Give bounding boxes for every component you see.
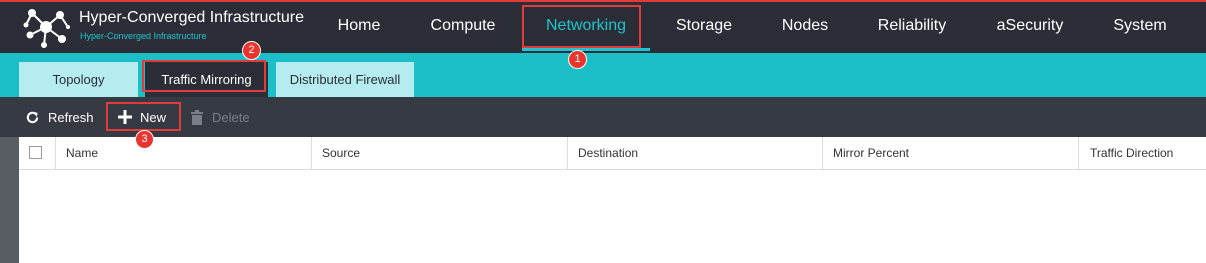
nav-system[interactable]: System (1098, 0, 1182, 51)
step-badge-2: 2 (243, 42, 260, 59)
nav-home[interactable]: Home (315, 0, 403, 51)
column-header-destination[interactable]: Destination (578, 137, 638, 170)
select-all-checkbox[interactable] (29, 146, 42, 159)
app-title: Hyper-Converged Infrastructure (79, 9, 304, 26)
column-divider (311, 137, 312, 170)
column-divider (822, 137, 823, 170)
tab-distributed-firewall[interactable]: Distributed Firewall (276, 62, 414, 97)
hci-logo-icon (23, 9, 70, 48)
column-divider (567, 137, 568, 170)
highlight-box-traffic-mirroring (142, 60, 266, 92)
column-header-name[interactable]: Name (66, 137, 98, 170)
app-subtitle: Hyper-Converged Infrastructure (80, 31, 207, 41)
trash-icon (191, 109, 203, 125)
nav-nodes[interactable]: Nodes (765, 0, 845, 51)
column-header-mirror-percent[interactable]: Mirror Percent (833, 137, 909, 170)
refresh-label: Refresh (48, 109, 94, 125)
step-badge-1: 1 (569, 51, 586, 68)
tab-topology[interactable]: Topology (19, 62, 138, 97)
column-header-traffic-direction[interactable]: Traffic Direction (1090, 137, 1173, 170)
nav-reliability[interactable]: Reliability (862, 0, 962, 51)
column-header-source[interactable]: Source (322, 137, 360, 170)
delete-label: Delete (212, 109, 250, 125)
column-divider (1078, 137, 1079, 170)
step-badge-3: 3 (136, 131, 153, 148)
nav-storage[interactable]: Storage (660, 0, 748, 51)
nav-asecurity[interactable]: aSecurity (980, 0, 1080, 51)
refresh-icon (26, 111, 39, 123)
nav-active-indicator (522, 48, 650, 51)
column-divider (55, 137, 56, 170)
nav-compute[interactable]: Compute (415, 0, 511, 51)
highlight-box-networking (522, 5, 641, 48)
highlight-box-new (106, 102, 181, 131)
delete-button[interactable]: Delete (190, 97, 250, 137)
left-sidebar-strip (0, 137, 19, 263)
refresh-button[interactable]: Refresh (25, 97, 94, 137)
